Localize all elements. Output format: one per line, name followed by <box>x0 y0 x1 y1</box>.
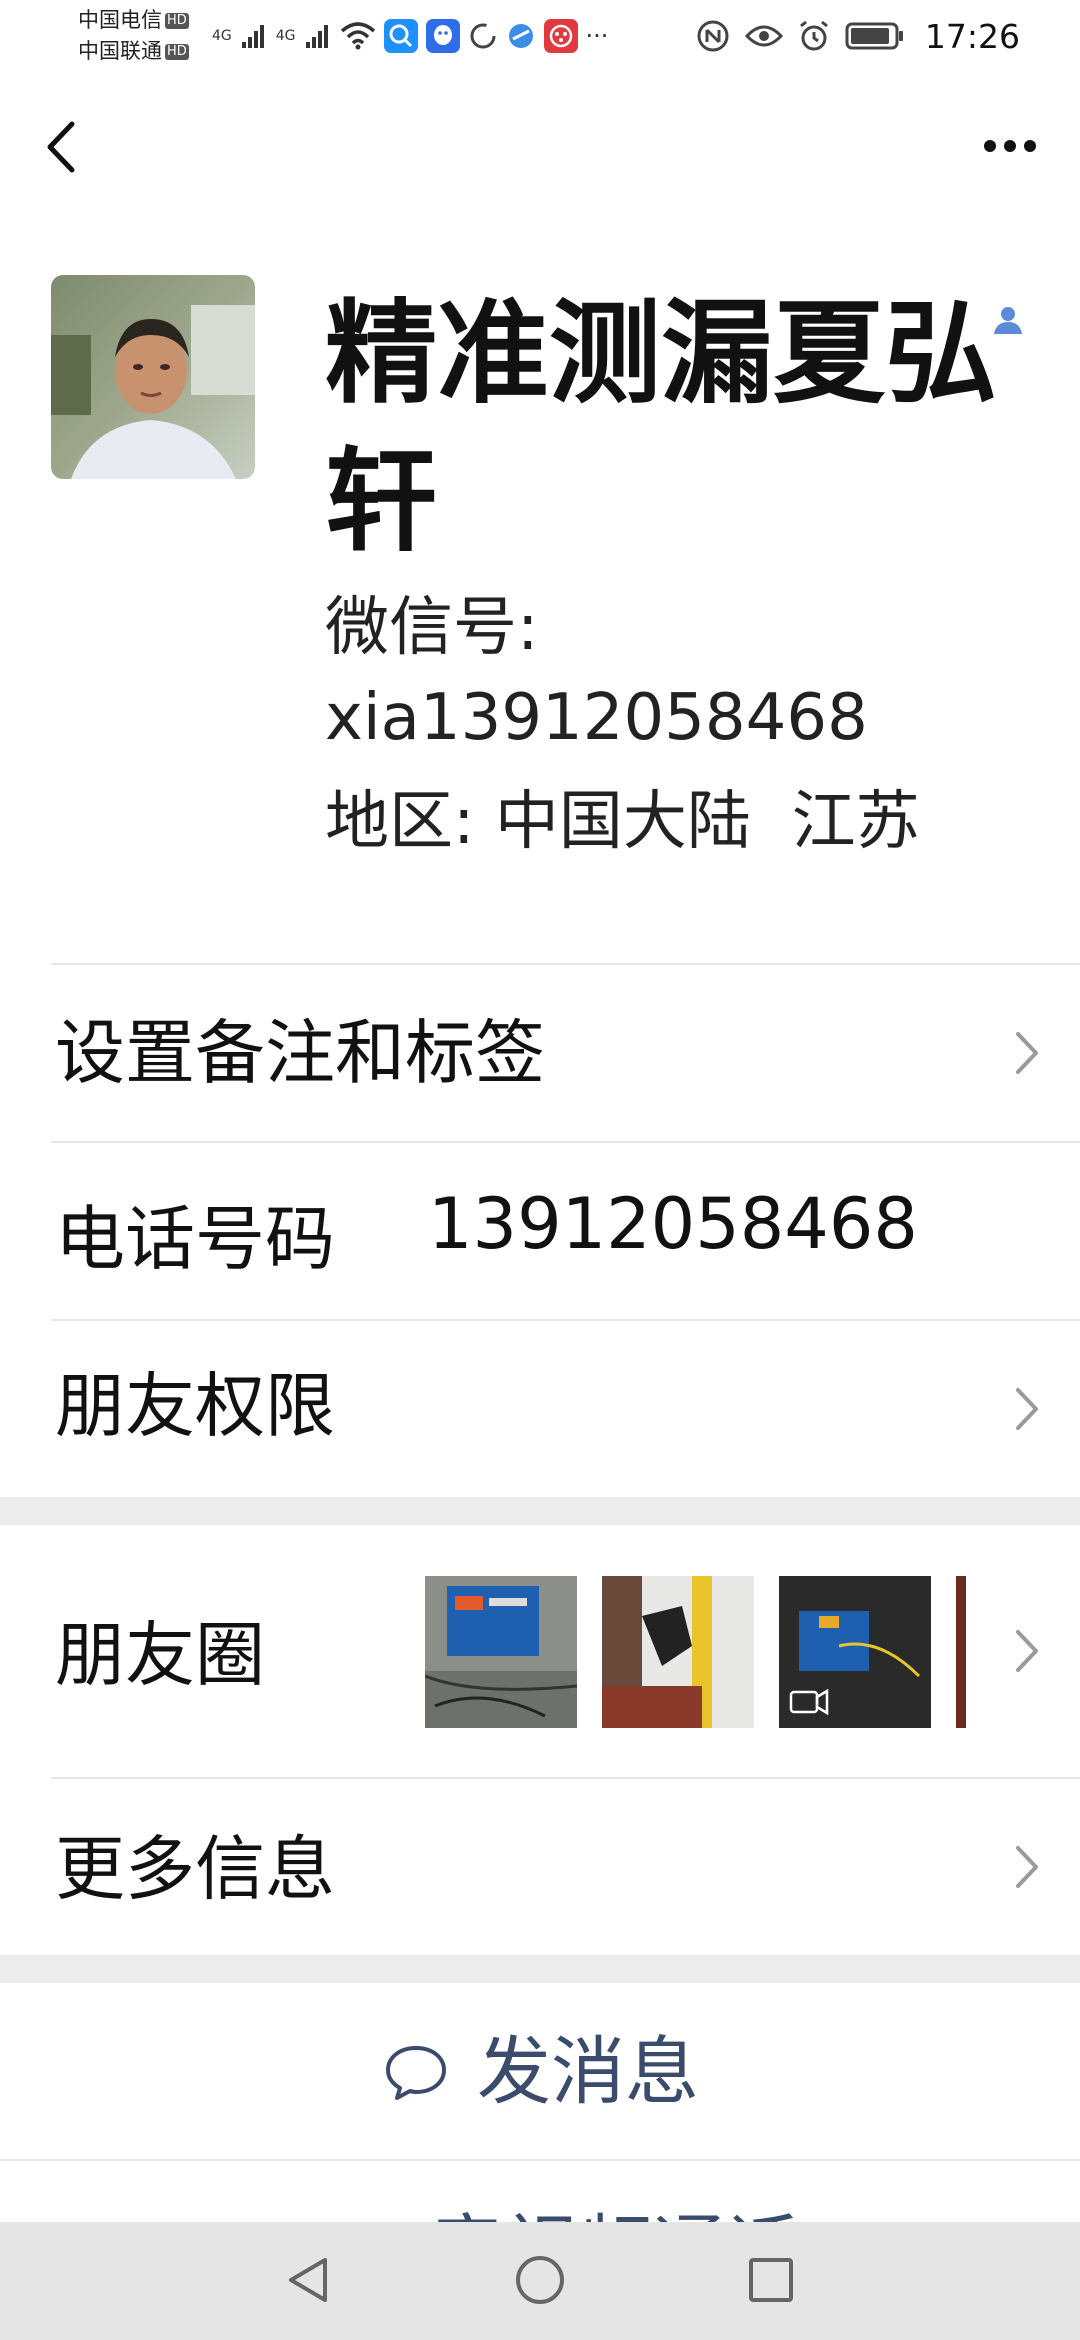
chevron-right-icon <box>1016 1846 1038 1888</box>
send-message-label: 发消息 <box>477 2029 699 2115</box>
send-message-content: 发消息 <box>383 2027 699 2117</box>
system-navigation-bar <box>0 2222 1080 2340</box>
status-bar: 中国电信 HD 中国联通 HD 4G 4G ··· 17:26 <box>0 0 1080 72</box>
qq-app-icon <box>425 19 460 53</box>
more-dots-icon <box>984 140 1036 152</box>
wechat-id-label: 微信号: <box>325 591 539 665</box>
send-message-button[interactable]: 发消息 <box>0 1983 1080 2161</box>
carrier-1: 中国电信 HD <box>78 7 189 33</box>
region-label: 地区: <box>325 785 475 859</box>
eye-comfort-icon <box>744 25 783 47</box>
contact-person-icon[interactable] <box>990 302 1026 338</box>
carrier-2-label: 中国联通 <box>78 39 162 63</box>
section-gap <box>0 1955 1080 1983</box>
moments-video-thumbnail <box>779 1576 931 1728</box>
status-icons-left: 4G 4G ··· <box>212 14 608 58</box>
nav-recents-icon[interactable] <box>743 2252 799 2308</box>
chevron-left-icon <box>47 121 75 173</box>
row-friend-permissions[interactable]: 朋友权限 <box>0 1321 1080 1497</box>
section-gap <box>0 1497 1080 1525</box>
back-button[interactable] <box>36 112 96 182</box>
row-remark-label: 设置备注和标签 <box>55 1012 545 1094</box>
row-remark-tags[interactable]: 设置备注和标签 <box>0 965 1080 1141</box>
chat-bubble-icon <box>386 2046 446 2100</box>
more-notifications-icon: ··· <box>585 22 609 50</box>
browser-app-icon <box>508 24 533 48</box>
hd-badge: HD <box>165 13 189 29</box>
network-type-1: 4G <box>212 28 232 44</box>
phone-number-link[interactable]: 13912058468 <box>428 1179 918 1269</box>
carrier-1-label: 中国电信 <box>78 8 162 32</box>
loading-circle-icon <box>470 23 496 49</box>
row-more-info-label: 更多信息 <box>55 1828 335 1910</box>
moments-thumbnail <box>602 1576 754 1728</box>
carrier-2: 中国联通 HD <box>78 38 189 64</box>
moments-thumbnail <box>425 1576 577 1728</box>
hd-badge: HD <box>165 44 189 60</box>
chevron-right-icon <box>1016 1630 1038 1672</box>
row-moments[interactable]: 朋友圈 <box>0 1525 1080 1777</box>
signal-icon <box>305 25 328 48</box>
avatar[interactable] <box>51 275 255 479</box>
network-type-2: 4G <box>275 28 296 44</box>
region-value: 中国大陆 江苏 <box>494 785 920 859</box>
row-phone-number: 电话号码 13912058468 <box>0 1143 1080 1319</box>
row-more-info[interactable]: 更多信息 <box>0 1779 1080 1955</box>
row-permissions-label: 朋友权限 <box>55 1365 335 1447</box>
shopping-app-icon <box>543 19 578 53</box>
wechat-id-value: xia13912058468 <box>325 681 868 755</box>
wifi-icon <box>340 22 375 50</box>
signal-icon <box>241 25 264 48</box>
row-phone-label: 电话号码 <box>55 1198 335 1280</box>
clock-time: 17:26 <box>924 16 1020 56</box>
status-icons-right: 17:26 <box>695 14 1020 58</box>
moments-thumbnail <box>956 1576 966 1728</box>
battery-icon <box>845 22 903 50</box>
row-moments-label: 朋友圈 <box>55 1614 265 1696</box>
avatar-photo <box>51 275 255 479</box>
chevron-right-icon <box>1016 1032 1038 1074</box>
nav-back-icon[interactable] <box>281 2252 337 2308</box>
alarm-icon <box>799 20 828 51</box>
region: 地区: 中国大陆 江苏 <box>325 782 920 862</box>
chevron-right-icon <box>1016 1388 1038 1430</box>
top-nav-bar <box>0 72 1080 222</box>
search-app-icon <box>383 19 418 53</box>
contact-name: 精准测漏夏弘轩 <box>325 289 997 567</box>
nfc-icon <box>697 20 729 52</box>
divider <box>0 2159 1080 2161</box>
more-options-button[interactable] <box>970 118 1050 174</box>
nav-home-icon[interactable] <box>512 2252 568 2308</box>
